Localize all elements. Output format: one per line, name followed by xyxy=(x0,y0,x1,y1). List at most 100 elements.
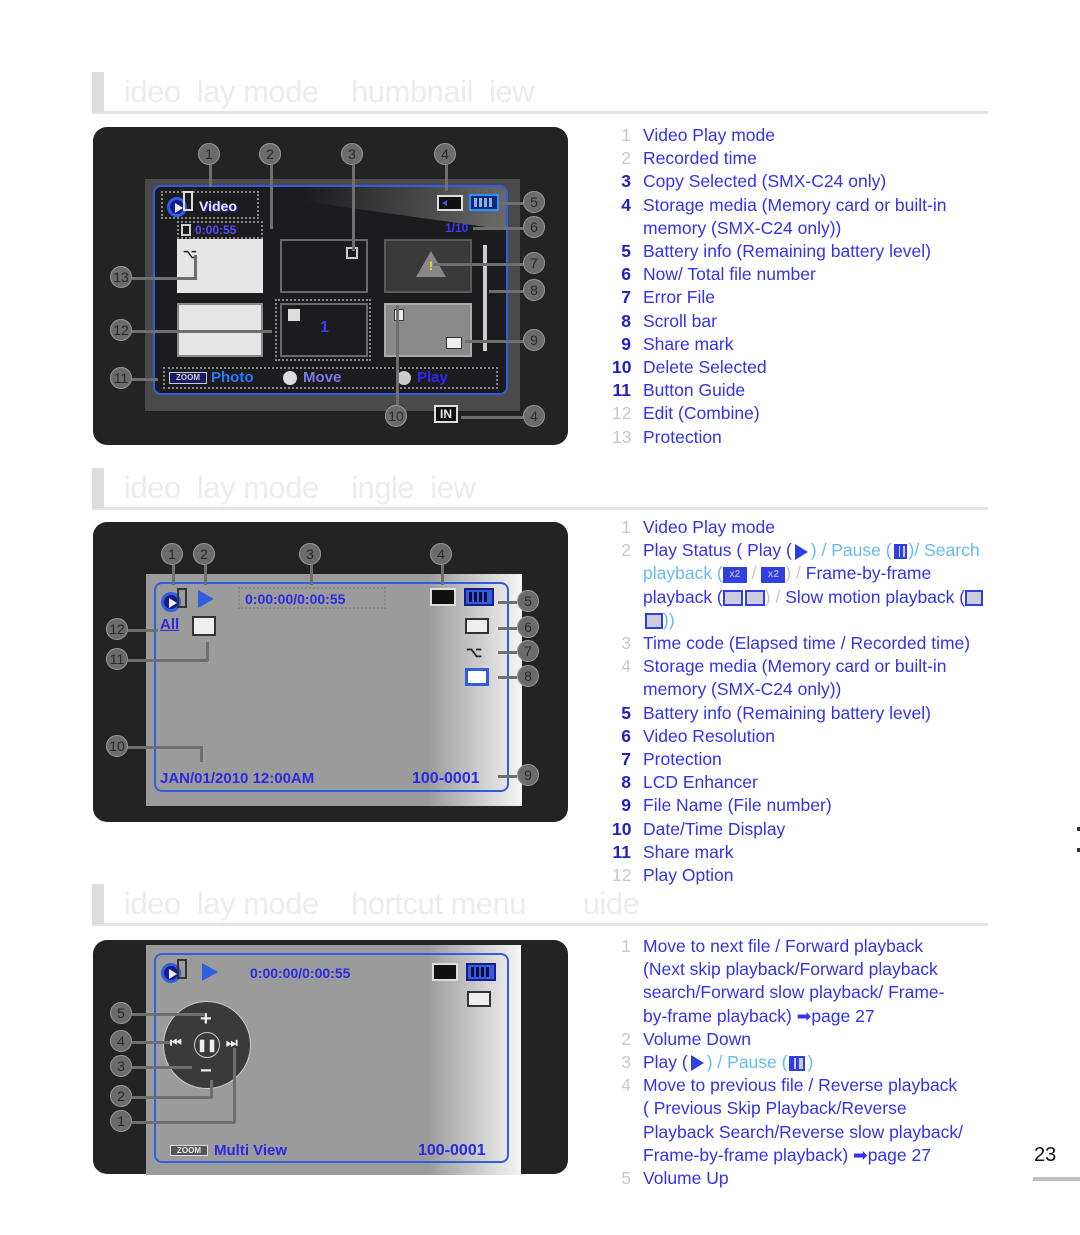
leader-line xyxy=(498,627,517,630)
battery-icon xyxy=(469,194,499,211)
resolution-icon xyxy=(465,618,489,634)
legend-item: 2 Recorded time xyxy=(621,148,757,169)
search-reverse-icon: x2 xyxy=(722,566,747,583)
memory-card-icon xyxy=(432,963,458,981)
callout-1: 1 xyxy=(198,143,220,165)
zoom-badge: ZOOM xyxy=(170,1145,208,1156)
thumbnail-view-legend: 1 Video Play mode 2 Recorded time 3 Copy Se… xyxy=(612,124,992,449)
legend-item: 7 Error File xyxy=(621,287,715,308)
legend-item: 7 Protection xyxy=(621,749,722,770)
time-code: 0:00:00/0:00:55 xyxy=(250,965,351,981)
callout-3: 3 xyxy=(299,543,321,565)
leader-line xyxy=(132,1121,235,1124)
page-number: 23 xyxy=(1034,1144,1057,1166)
leader-line xyxy=(200,746,203,762)
callout-2: 2 xyxy=(110,1085,132,1107)
battery-icon xyxy=(464,588,494,606)
protect-key-icon: ⌥ xyxy=(466,644,483,660)
file-name: 100-0001 xyxy=(418,1142,486,1159)
lcd-screen: 0:00:00/0:00:55 All ⌥ JAN/01/2010 12:00A… xyxy=(146,574,522,806)
film-icon xyxy=(183,191,193,211)
leader-line xyxy=(128,659,208,662)
leader-line xyxy=(172,565,175,585)
date-time-display: JAN/01/2010 12:00AM xyxy=(160,770,315,787)
slow-back-icon xyxy=(965,589,984,606)
callout-9: 9 xyxy=(517,764,539,786)
leader-line xyxy=(489,290,523,293)
leader-line xyxy=(498,651,517,654)
callout-1: 1 xyxy=(110,1110,132,1132)
edit-icon xyxy=(288,309,300,321)
play-status-icon xyxy=(198,590,214,608)
memory-card-icon xyxy=(430,588,456,606)
button-guide-photo: Photo xyxy=(211,369,254,386)
legend-item: 2 Volume Down xyxy=(621,1028,751,1049)
callout-4: 4 xyxy=(110,1030,132,1052)
legend-item: 5 Volume Up xyxy=(621,1168,729,1189)
legend-item: 8 Scroll bar xyxy=(621,310,717,331)
section-header-shortcut-menu-guide: ideo lay mode hortcut menu uide xyxy=(92,884,988,926)
leader-line xyxy=(441,565,444,585)
leader-line xyxy=(445,165,448,191)
legend-item: 6 Video Resolution xyxy=(621,725,775,746)
callout-7: 7 xyxy=(517,640,539,662)
recorded-time: 0:00:55 xyxy=(195,223,237,237)
play-pause-button[interactable]: ❚❚ xyxy=(194,1032,220,1058)
shortcut-menu-legend: 1 Move to next file / Forward playback (N… xyxy=(612,935,967,1190)
leader-line xyxy=(498,601,517,604)
callout-8: 8 xyxy=(523,279,545,301)
play-icon xyxy=(690,1055,704,1072)
thumbnail-combine[interactable]: 1 xyxy=(280,303,368,357)
leader-line xyxy=(501,202,523,205)
callout-11: 11 xyxy=(110,367,132,389)
leader-line xyxy=(206,642,209,661)
built-in-memory-icon: IN xyxy=(434,405,458,423)
leader-line xyxy=(270,165,273,229)
leader-line xyxy=(132,277,196,280)
callout-6: 6 xyxy=(523,216,545,238)
leader-line xyxy=(498,775,517,778)
lcd-display: Video 0:00:55 1/10 ⌥ ! 1 ZOOM Photo Move… xyxy=(153,185,508,395)
legend-item: 9 File Name (File number) xyxy=(621,795,832,816)
header-bar xyxy=(92,468,104,508)
legend-item: 1 Video Play mode xyxy=(621,125,775,145)
page-rule xyxy=(1033,1177,1080,1181)
header-bar xyxy=(92,72,104,112)
volume-up-button[interactable]: + xyxy=(200,1008,212,1031)
previous-button[interactable]: ⏮ xyxy=(170,1035,182,1051)
callout-2: 2 xyxy=(193,543,215,565)
pause-icon xyxy=(789,1055,806,1071)
legend-item: 10 Date/Time Display xyxy=(612,818,786,839)
callout-11: 11 xyxy=(106,648,128,670)
callout-8: 8 xyxy=(517,665,539,687)
lcd-enhancer-icon xyxy=(465,668,489,686)
legend-item: 6 Now/ Total file number xyxy=(621,264,816,285)
button-guide-play: Play xyxy=(417,369,448,386)
callout-4: 4 xyxy=(434,143,456,165)
leader-line xyxy=(128,629,158,632)
legend-item: 1 Video Play mode xyxy=(621,517,775,537)
leader-line xyxy=(498,676,517,679)
leader-line xyxy=(209,165,212,187)
callout-9: 9 xyxy=(523,329,545,351)
thumbnail-protected[interactable]: ⌥ xyxy=(177,239,263,293)
callout-12: 12 xyxy=(106,618,128,640)
leader-line xyxy=(132,1066,192,1069)
lcd-screen: Video 0:00:55 1/10 ⌥ ! 1 ZOOM Photo Move… xyxy=(145,179,520,411)
share-mark-icon xyxy=(192,616,216,636)
leader-line xyxy=(396,305,399,405)
memory-card-icon xyxy=(437,195,463,211)
legend-item: 3 Copy Selected (SMX-C24 only) xyxy=(621,171,887,192)
single-view-diagram: 0:00:00/0:00:55 All ⌥ JAN/01/2010 12:00A… xyxy=(93,522,568,822)
button-guide-move: Move xyxy=(303,369,342,386)
battery-icon xyxy=(466,963,496,981)
section-title: ideo lay mode hortcut menu uide xyxy=(124,886,640,921)
leader-line xyxy=(352,165,355,251)
callout-7: 7 xyxy=(523,252,545,274)
leader-line xyxy=(132,1013,204,1016)
legend-item: 11 Share mark xyxy=(612,841,734,862)
play-option: All xyxy=(160,616,180,633)
leader-line xyxy=(128,746,202,749)
thumbnail-error[interactable]: ! xyxy=(384,239,472,293)
scroll-bar[interactable] xyxy=(483,245,487,351)
